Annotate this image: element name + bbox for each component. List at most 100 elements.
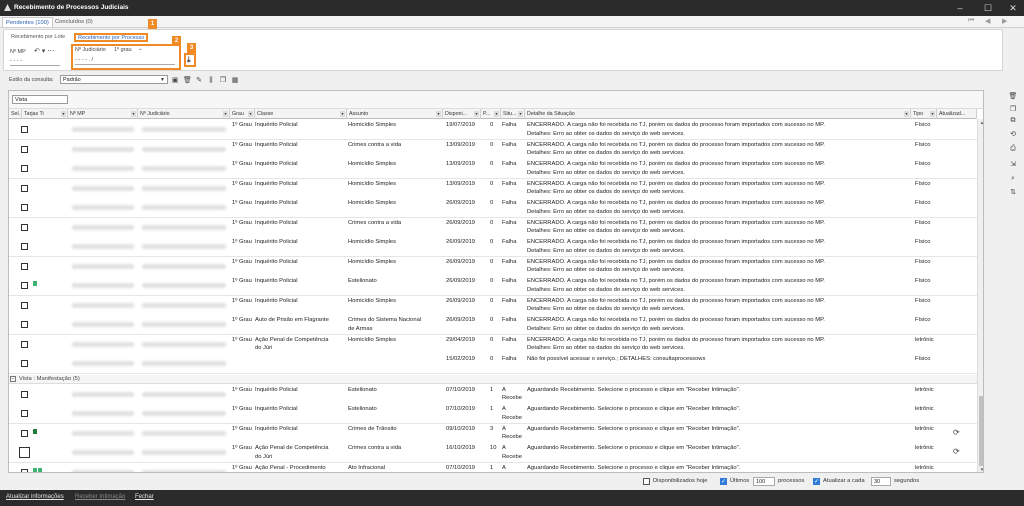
judicial-input[interactable]: - - - - . /	[75, 57, 175, 65]
atualizar-checkbox[interactable]: ✓	[813, 478, 820, 485]
next-page-icon[interactable]: ▶	[1002, 17, 1007, 25]
row-select-checkbox[interactable]	[19, 447, 30, 458]
table-row[interactable]: 1º Grau Inquérito Policial Homicídio Simpl…	[9, 256, 977, 277]
duplicate-icon[interactable]: ⧉	[1008, 117, 1018, 127]
col-header-atualizado[interactable]: Atualizad...	[937, 109, 977, 119]
subtab-processo[interactable]: Recebimento por Processo	[74, 33, 149, 42]
row-select-checkbox[interactable]	[21, 243, 28, 250]
delete-icon[interactable]: 🗑	[183, 76, 192, 85]
scroll-down-icon[interactable]: ▼	[978, 467, 983, 472]
scrollbar-thumb[interactable]	[979, 396, 983, 466]
columns-icon[interactable]: ⫼	[207, 76, 215, 85]
export-icon[interactable]: ⇲	[1008, 160, 1018, 170]
row-select-checkbox[interactable]	[21, 360, 28, 367]
vertical-scrollbar[interactable]: ▲ ▼	[977, 119, 983, 472]
edit-icon[interactable]: ✎	[195, 76, 203, 85]
copy-icon[interactable]: ❐	[219, 76, 227, 85]
save-icon[interactable]: ▣	[171, 76, 179, 85]
refresh-doc-icon[interactable]: ⟲	[1008, 130, 1018, 140]
row-select-checkbox[interactable]	[21, 282, 28, 289]
filter-dropdown-icon[interactable]: ▾	[494, 111, 499, 117]
col-header-tipo[interactable]: Tipo ▾	[911, 109, 937, 119]
table-row[interactable]: 1º Grau Inquérito Policial Estelionato 07/1…	[9, 404, 977, 424]
prev-page-icon[interactable]: ◀	[985, 17, 990, 25]
row-select-checkbox[interactable]	[21, 429, 28, 437]
col-header-mp[interactable]: Nº MP ▾	[68, 109, 138, 119]
table-row[interactable]: 1º Grau Inquérito Policial Estelionato 26/0…	[9, 276, 977, 296]
copy-icon[interactable]: ❐	[1008, 105, 1018, 115]
col-header-tarjas[interactable]: Tarjas Ti ▾	[22, 109, 68, 119]
close-icon[interactable]: ✕	[1005, 2, 1021, 14]
col-header-classe[interactable]: Classe ▾	[255, 109, 347, 119]
sync-icon[interactable]: ⟳	[953, 428, 960, 437]
receber-intimacao-button[interactable]: Receber Intimação	[75, 494, 125, 500]
table-row[interactable]: 1º GrauAção Penal - ProcedimentoOrdinári…	[9, 462, 977, 472]
chevron-down-icon[interactable]: ⌄	[138, 46, 143, 52]
table-row[interactable]: 1º Grau Inquérito Policial Crimes contra a…	[9, 217, 977, 238]
row-select-checkbox[interactable]	[21, 390, 28, 398]
col-header-situacao[interactable]: Situ... ▾	[501, 109, 525, 119]
row-select-checkbox[interactable]	[21, 468, 28, 472]
filter-dropdown-icon[interactable]: ▾	[248, 111, 253, 117]
row-select-checkbox[interactable]	[21, 204, 28, 211]
row-select-checkbox[interactable]	[21, 410, 28, 417]
download-search-icon[interactable]: ⤓	[187, 55, 191, 65]
filter-dropdown-icon[interactable]: ▾	[904, 111, 909, 117]
filter-dropdown-icon[interactable]: ▾	[930, 111, 935, 117]
col-header-grau[interactable]: Grau ▾	[230, 109, 255, 119]
row-select-checkbox[interactable]	[21, 126, 28, 133]
table-row[interactable]: 1º Grau Inquérito Policial Homicídio Simpl…	[9, 120, 977, 140]
col-header-judiciario[interactable]: Nº Judiciário ▾	[138, 109, 230, 119]
table-row[interactable]: 1º Grau Inquérito Policial Homicídio Simpl…	[9, 178, 977, 199]
trash-icon[interactable]: 🗑	[1008, 92, 1018, 102]
row-select-checkbox[interactable]	[21, 340, 28, 348]
mp-input[interactable]: - - - -	[10, 58, 60, 66]
sort-icon[interactable]: ⇅	[1008, 188, 1018, 198]
sync-icon[interactable]: ⟳	[953, 447, 960, 456]
undo-icon[interactable]: ↶ ▾ ⋯	[34, 47, 54, 55]
minimize-icon[interactable]: –	[952, 2, 968, 14]
col-header-assunto[interactable]: Assunto ▾	[347, 109, 443, 119]
row-select-checkbox[interactable]	[21, 262, 28, 270]
row-select-checkbox[interactable]	[21, 184, 28, 192]
collapse-icon[interactable]: −	[10, 375, 16, 382]
print-icon[interactable]: ⎙	[1008, 145, 1018, 155]
fechar-button[interactable]: Fechar	[135, 494, 154, 500]
filter-dropdown-icon[interactable]: ▾	[474, 111, 479, 117]
col-header-sel[interactable]: Sel.	[9, 109, 22, 119]
table-row[interactable]: 15/02/2019 0 Falha Não foi possível acessar…	[9, 354, 977, 374]
maximize-icon[interactable]: ☐	[980, 2, 996, 14]
filter-dropdown-icon[interactable]: ▾	[61, 111, 66, 117]
col-header-detalhe[interactable]: Detalhe da Situação ▾	[525, 109, 911, 119]
col-header-p[interactable]: P... ▾	[481, 109, 501, 119]
tab-pendentes[interactable]: Pendentes (100)	[2, 17, 53, 27]
atualizar-input[interactable]: 30	[871, 477, 891, 486]
filter-dropdown-icon[interactable]: ▾	[340, 111, 345, 117]
tab-concluidos[interactable]: Concluídos (0)	[52, 17, 96, 27]
row-select-checkbox[interactable]	[21, 145, 28, 153]
table-row[interactable]: 1º Grau Ação Penal de Competência do Júri C…	[9, 443, 977, 463]
table-row[interactable]: 1º Grau Inquérito Policial Crimes contra a…	[9, 139, 977, 160]
filter-dropdown-icon[interactable]: ▾	[518, 111, 523, 117]
table-row[interactable]: 1º Grau Ação Penal de Competência do Júri H…	[9, 334, 977, 355]
estilo-select[interactable]: Padrão	[60, 75, 168, 84]
grid-icon[interactable]: ▦	[231, 76, 239, 85]
row-select-checkbox[interactable]	[21, 223, 28, 231]
table-row[interactable]: 1º Grau Inquérito Policial Homicídio Simpl…	[9, 159, 977, 179]
grau-select[interactable]: 1º grau	[114, 47, 132, 53]
row-select-checkbox[interactable]	[21, 165, 28, 172]
group-chip-vista[interactable]: Vista	[12, 95, 68, 104]
chevron-down-icon[interactable]: ▾	[161, 76, 164, 83]
disp-hoje-checkbox[interactable]	[643, 478, 650, 485]
atualizar-informacoes-button[interactable]: Atualizar informações	[6, 494, 64, 500]
subtab-lote[interactable]: Recebimento por Lote	[9, 33, 67, 42]
row-select-checkbox[interactable]	[21, 321, 28, 328]
first-page-icon[interactable]: ⏮	[968, 17, 974, 25]
filter-dropdown-icon[interactable]: ▾	[223, 111, 228, 117]
table-row[interactable]: 1º Grau Inquérito Policial Homicídio Simpl…	[9, 198, 977, 218]
col-header-disponibilizado[interactable]: Disponi... ▾	[443, 109, 481, 119]
group-header-manifestacao[interactable]: − Vista : Manifestação (5)	[9, 374, 977, 384]
search-doc-icon[interactable]: ⌕	[1008, 175, 1018, 185]
table-row[interactable]: 1º Grau Inquérito Policial Homicídio Simpl…	[9, 237, 977, 257]
scroll-up-icon[interactable]: ▲	[978, 120, 983, 125]
